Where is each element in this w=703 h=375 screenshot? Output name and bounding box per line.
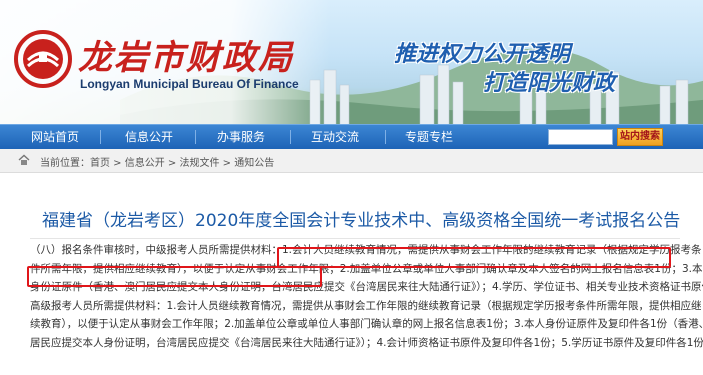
finance-bureau-logo-icon: [14, 30, 72, 88]
article-line: 居民应提交本人身份证明，台湾居民应提交《台湾居民来往大陆通行证》）；4.会计师资…: [30, 336, 703, 349]
home-icon: [18, 154, 30, 165]
site-title: 龙岩市财政局: [78, 38, 294, 78]
article-title: 福建省（龙岩考区）2020年度全国会计专业技术中、高级资格全国统一考试报名公告: [42, 211, 681, 231]
slogan-line-1: 推进权力公开透明: [394, 42, 571, 67]
header-banner: 龙岩市财政局 Longyan Municipal Bureau Of Finan…: [0, 0, 703, 124]
highlight-box-1: [277, 247, 671, 268]
nav-divider: [385, 130, 386, 144]
breadcrumb-path[interactable]: 当前位置：首页 > 信息公开 > 法规文件 > 通知公告: [40, 154, 274, 169]
article-line: 高级报考人员所需提供材料：1.会计人员继续教育情况，需提供从事财会工作年限的继续…: [30, 299, 702, 312]
page: 龙岩市财政局 Longyan Municipal Bureau Of Finan…: [0, 0, 703, 375]
title-divider: [30, 238, 680, 239]
main-nav: 网站首页 信息公开 办事服务 互动交流 专题专栏 站内搜索: [0, 124, 703, 149]
search-input[interactable]: [548, 129, 613, 145]
breadcrumb: 当前位置：首页 > 信息公开 > 法规文件 > 通知公告: [0, 149, 703, 173]
nav-divider: [195, 130, 196, 144]
site-title-english: Longyan Municipal Bureau Of Finance: [80, 77, 299, 91]
nav-divider: [290, 130, 291, 144]
nav-item-interaction[interactable]: 互动交流: [302, 125, 368, 149]
nav-item-home[interactable]: 网站首页: [22, 125, 88, 149]
highlight-box-2: [27, 266, 322, 287]
site-search-button[interactable]: 站内搜索: [617, 128, 663, 146]
nav-item-special-topics[interactable]: 专题专栏: [396, 125, 462, 149]
nav-divider: [100, 130, 101, 144]
slogan-line-2: 打造阳光财政: [483, 71, 616, 96]
nav-item-services[interactable]: 办事服务: [208, 125, 274, 149]
article-line: 续教育），以便于认定从事财会工作年限；2.加盖单位公章或单位人事部门确认章的网上…: [30, 318, 703, 331]
nav-item-info-disclosure[interactable]: 信息公开: [116, 125, 182, 149]
